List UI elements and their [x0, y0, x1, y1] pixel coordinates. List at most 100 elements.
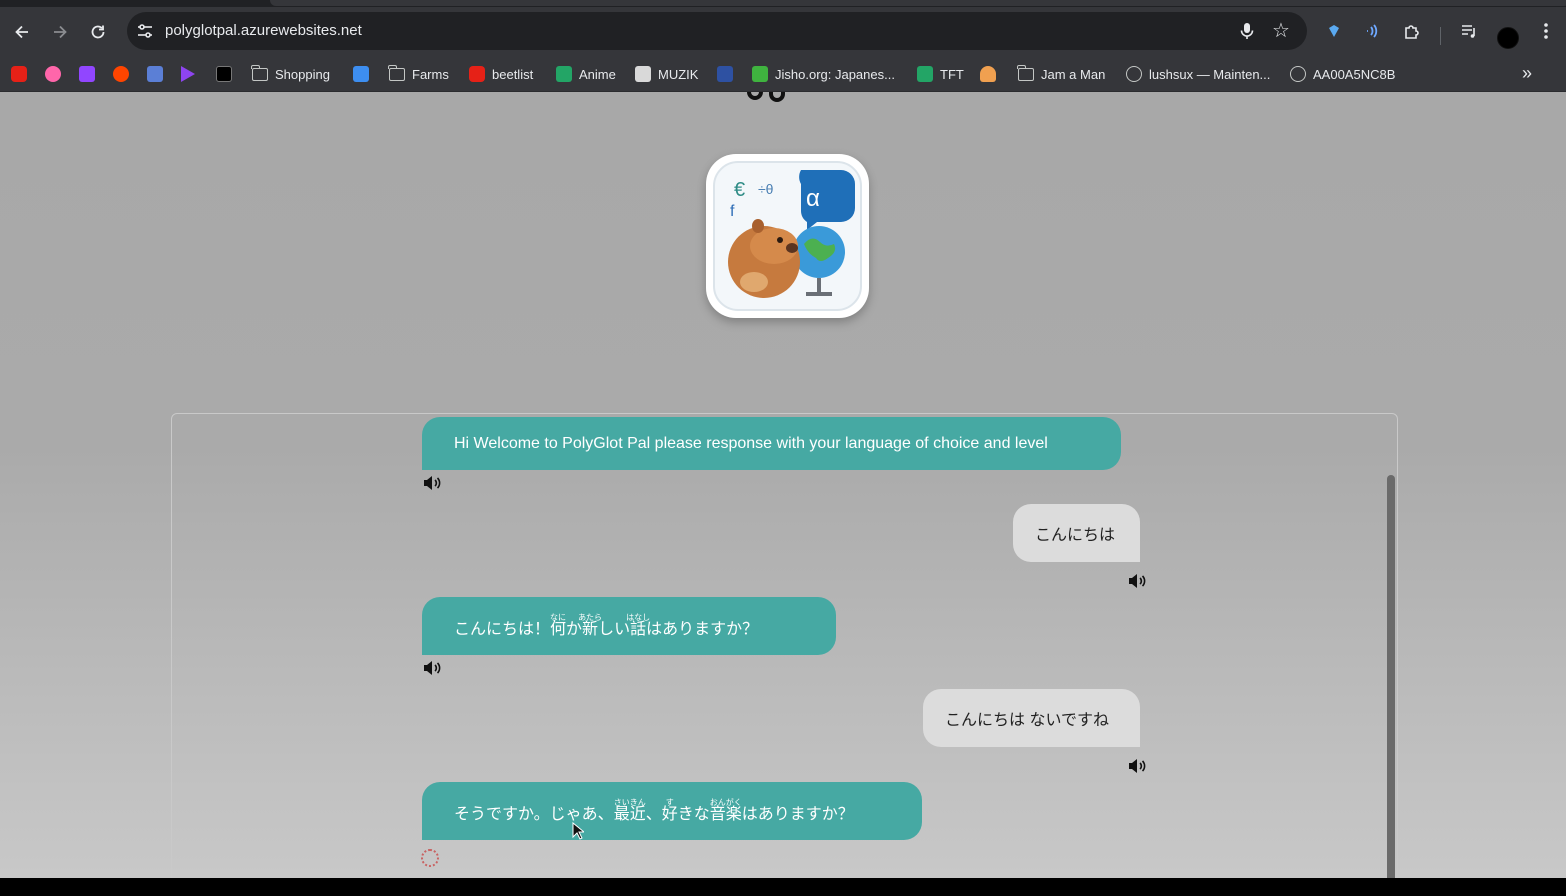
folder-icon	[1017, 64, 1034, 81]
bookmark-item[interactable]: TFT	[917, 65, 964, 83]
sheets-icon	[917, 66, 933, 82]
furigana-word: 話はなし	[626, 613, 651, 638]
svg-text:α: α	[806, 185, 820, 212]
extensions-puzzle-icon[interactable]	[1400, 19, 1424, 43]
bookmark-item[interactable]	[980, 65, 996, 83]
chat-scrollbar[interactable]	[1387, 475, 1395, 878]
microphone-icon[interactable]	[1237, 21, 1257, 41]
speaker-icon[interactable]	[1127, 573, 1147, 589]
loading-spinner-icon	[421, 849, 439, 867]
screen-bottom-edge	[0, 878, 1566, 896]
furigana-word: 最近さいきん	[613, 798, 646, 823]
furigana-word: 音楽おんがく	[709, 798, 742, 823]
bookmark-item[interactable]: Anime	[556, 65, 616, 83]
app-logo: € ÷θ f α	[706, 154, 869, 318]
user-message-bubble: こんにちは ないですね	[923, 689, 1140, 747]
svg-text:f: f	[730, 203, 735, 220]
reload-icon	[91, 25, 105, 39]
message-text: こんにちは ないですね	[945, 712, 1109, 729]
monkeytype-icon	[216, 66, 232, 82]
bookmark-item[interactable]	[11, 65, 27, 83]
page-content: € ÷θ f α Hi Welcome to PolyGlot Pal plea…	[0, 92, 1566, 878]
folder-icon	[251, 64, 268, 81]
media-controls-icon[interactable]	[1457, 19, 1481, 43]
bookmark-label: Shopping	[275, 66, 330, 82]
bookmark-item[interactable]	[216, 65, 232, 83]
bookmark-item[interactable]	[353, 65, 369, 83]
globe-icon	[1126, 66, 1142, 82]
speaker-icon[interactable]	[1127, 758, 1147, 774]
bookmark-label: MUZIK	[658, 66, 699, 82]
capybara-logo-icon: € ÷θ f α	[713, 161, 862, 311]
message-text: こんにちは	[1035, 527, 1116, 544]
youtube-icon	[11, 66, 27, 82]
back-arrow-icon	[15, 25, 28, 39]
speaker-icon[interactable]	[422, 475, 442, 491]
bookmark-item[interactable]	[45, 65, 61, 83]
bookmark-label: TFT	[940, 66, 964, 82]
bookmark-folder[interactable]: Farms	[388, 64, 449, 83]
url-text[interactable]: polyglotpal.azurewebsites.net	[165, 22, 362, 39]
reddit-icon	[113, 66, 129, 82]
forward-arrow-icon	[54, 25, 67, 39]
message-text: こんにちは！何なにか新あたらしい話はなしはありますか？	[454, 613, 759, 638]
back-button[interactable]	[9, 19, 35, 45]
bookmark-item[interactable]	[717, 65, 733, 83]
play-icon	[181, 66, 195, 82]
bot-message-bubble: Hi Welcome to PolyGlot Pal please respon…	[422, 417, 1121, 470]
bot-message-bubble: そうですか。じゃあ、最近さいきん、好すきな音楽おんがくはありますか？	[422, 782, 922, 840]
user-message-bubble: こんにちは	[1013, 504, 1140, 562]
reload-button[interactable]	[85, 19, 111, 45]
jisho-icon	[752, 66, 768, 82]
bookmark-label: Jam a Man	[1041, 66, 1106, 82]
furigana-word: 好す	[661, 798, 678, 823]
bookmark-folder[interactable]: Shopping	[251, 64, 330, 83]
youtube-icon	[469, 66, 485, 82]
bookmark-item[interactable]: MUZIK	[635, 65, 698, 83]
forward-button[interactable]	[47, 19, 73, 45]
address-bar[interactable]: polyglotpal.azurewebsites.net ☆	[127, 12, 1307, 50]
message-text: そうですか。じゃあ、最近さいきん、好すきな音楽おんがくはありますか？	[454, 798, 854, 823]
bookmark-star-icon[interactable]: ☆	[1269, 19, 1293, 43]
food-icon	[980, 66, 996, 82]
svg-text:€: €	[734, 179, 745, 201]
speaker-icon[interactable]	[422, 660, 442, 676]
bookmark-label: beetlist	[492, 66, 534, 82]
osu-icon	[45, 66, 61, 82]
active-tab[interactable]	[270, 0, 1566, 6]
blue-app-icon	[353, 66, 369, 82]
bookmark-item[interactable]: Jisho.org: Japanes...	[752, 65, 895, 83]
svg-text:÷θ: ÷θ	[758, 181, 774, 197]
extension-gem-icon[interactable]	[1322, 19, 1346, 43]
bookmark-item[interactable]	[113, 65, 129, 83]
folder-icon	[388, 64, 405, 81]
site-settings-icon[interactable]	[136, 22, 154, 40]
menu-kebab-icon[interactable]	[1534, 19, 1558, 43]
twitch-icon	[79, 66, 95, 82]
bookmark-folder[interactable]: Jam a Man	[1017, 64, 1106, 83]
toolbar-divider	[1440, 27, 1441, 45]
mal-icon	[717, 66, 733, 82]
furigana-word: 新あたら	[578, 613, 603, 638]
bot-message-bubble: こんにちは！何なにか新あたらしい話はなしはありますか？	[422, 597, 836, 655]
mouse-cursor-icon	[572, 822, 584, 840]
bookmarks-overflow-chevron-icon[interactable]: »	[1522, 63, 1532, 84]
bookmark-item[interactable]	[147, 65, 163, 83]
bookmarks-bar: Shopping Farms beetlist Anime MUZIK Jish…	[0, 56, 1566, 92]
bookmark-item[interactable]	[181, 65, 195, 83]
music-icon	[635, 66, 651, 82]
globe-icon	[1290, 66, 1306, 82]
bookmark-item[interactable]: lushsux — Mainten...	[1126, 65, 1270, 83]
bookmark-item[interactable]	[79, 65, 95, 83]
tab-strip	[0, 0, 1566, 7]
furigana-word: 何なに	[550, 613, 567, 638]
bookmark-item[interactable]: AA00A5NC8B	[1290, 65, 1395, 83]
profile-avatar[interactable]	[1497, 27, 1519, 49]
bookmark-label: Anime	[579, 66, 616, 82]
bookmark-label: Farms	[412, 66, 449, 82]
extension-wave-icon[interactable]	[1360, 19, 1384, 43]
bookmark-item[interactable]: beetlist	[469, 65, 533, 83]
bookmark-label: lushsux — Mainten...	[1149, 66, 1271, 82]
bookmark-label: Jisho.org: Japanes...	[775, 66, 895, 82]
sheets-icon	[556, 66, 572, 82]
